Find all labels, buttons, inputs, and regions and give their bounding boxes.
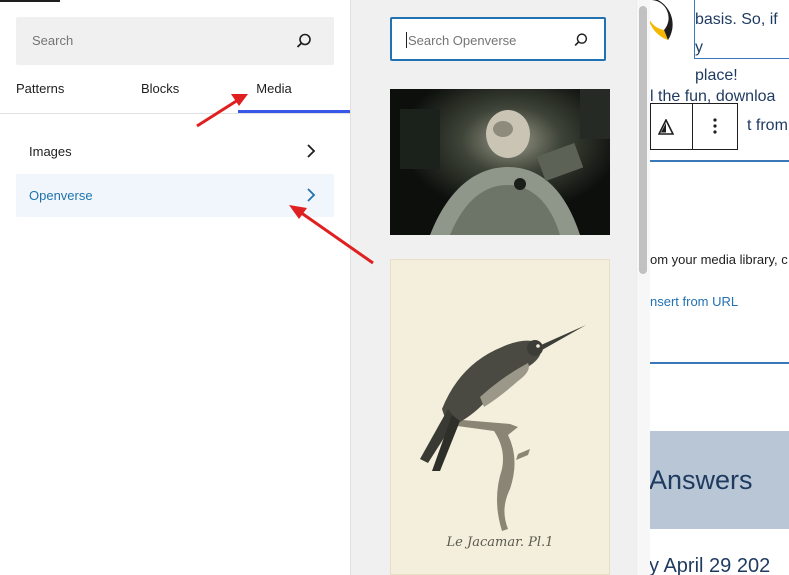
quote-line: place! bbox=[695, 67, 738, 84]
inserter-tabs: Patterns Blocks Media bbox=[0, 70, 350, 114]
insert-from-url-button[interactable]: nsert from URL bbox=[650, 294, 738, 309]
tab-media[interactable]: Media bbox=[238, 70, 350, 113]
media-item-astronaut-photo[interactable] bbox=[390, 89, 610, 235]
toolbar-divider bbox=[692, 104, 693, 149]
scrollbar-thumb[interactable] bbox=[639, 6, 647, 274]
block-separator bbox=[650, 362, 789, 364]
media-category-label: Images bbox=[29, 144, 72, 159]
search-icon bbox=[296, 33, 311, 48]
inserter-search-input[interactable]: Search bbox=[16, 17, 334, 65]
chevron-right-icon bbox=[307, 188, 316, 202]
tab-patterns[interactable]: Patterns bbox=[16, 70, 64, 111]
date-heading: y April 29 202 bbox=[650, 555, 771, 575]
openverse-search-placeholder: Search Openverse bbox=[408, 33, 517, 48]
avatar-image-partial bbox=[650, 0, 673, 40]
search-icon bbox=[574, 33, 588, 46]
block-inserter-panel: Search Patterns Blocks Media Images Open… bbox=[0, 0, 351, 575]
media-category-label: Openverse bbox=[29, 188, 93, 203]
top-indicator-line bbox=[0, 0, 60, 2]
tab-blocks[interactable]: Blocks bbox=[141, 70, 179, 111]
media-item-hummingbird-engraving[interactable]: Le Jacamar. Pl.1 bbox=[390, 259, 610, 575]
warning-icon[interactable] bbox=[658, 119, 674, 135]
text-caret bbox=[406, 32, 407, 48]
block-toolbar bbox=[650, 103, 738, 150]
paragraph-text: t from C bbox=[747, 117, 789, 134]
block-separator bbox=[650, 160, 789, 162]
engraving-caption: Le Jacamar. Pl.1 bbox=[446, 535, 554, 550]
media-panel-scrollbar[interactable] bbox=[636, 0, 650, 575]
astronaut-photo-image bbox=[390, 89, 610, 235]
media-category-openverse[interactable]: Openverse bbox=[16, 174, 334, 217]
openverse-search-input[interactable]: Search Openverse bbox=[390, 17, 606, 61]
hummingbird-engraving-image: Le Jacamar. Pl.1 bbox=[390, 259, 610, 575]
more-vertical-icon[interactable] bbox=[707, 117, 723, 135]
chevron-right-icon bbox=[307, 144, 316, 158]
quote-line: basis. So, if y bbox=[695, 11, 778, 56]
media-category-images[interactable]: Images bbox=[16, 130, 334, 173]
answers-heading: Answers bbox=[650, 465, 753, 495]
editor-canvas: basis. So, if y place! l the fun, downlo… bbox=[650, 0, 789, 575]
media-placeholder-instructions: om your media library, c bbox=[650, 252, 788, 267]
inserter-search-placeholder: Search bbox=[32, 33, 74, 48]
tab-media-label: Media bbox=[256, 81, 292, 96]
quote-text: basis. So, if y place! bbox=[695, 6, 789, 90]
openverse-media-panel: Search Openverse Le Jacamar. Pl.1 bbox=[351, 0, 636, 575]
